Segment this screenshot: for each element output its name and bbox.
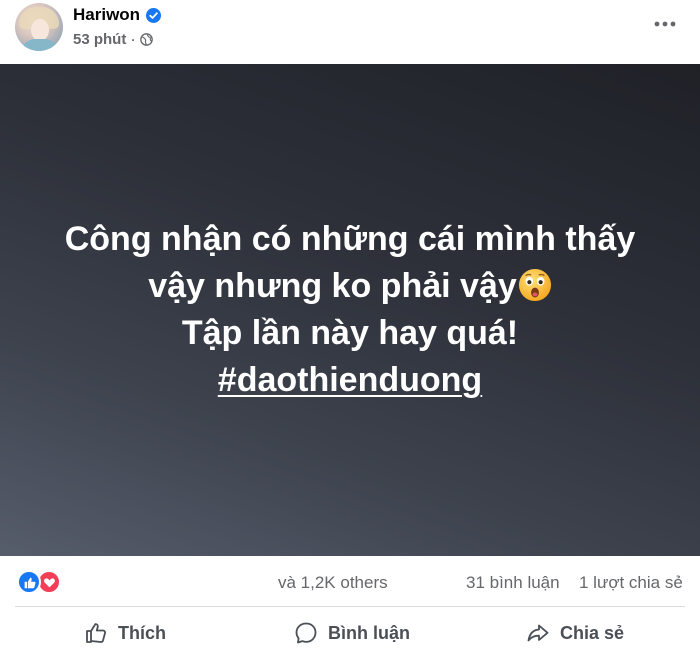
astonished-face-emoji-icon <box>518 268 551 302</box>
thumbs-up-icon <box>86 623 106 643</box>
comment-button[interactable]: Bình luận <box>294 615 410 651</box>
post-meta: 53 phút · <box>73 31 154 48</box>
post-timestamp[interactable]: 53 phút <box>73 31 126 48</box>
post-line-3: Tập lần này hay quá! <box>181 314 519 352</box>
more-options-icon <box>654 21 676 27</box>
author-name[interactable]: Hariwon <box>73 5 140 25</box>
post-text: Công nhận có những cái mình thấy vậy như… <box>65 216 636 404</box>
more-options-button[interactable] <box>648 12 682 36</box>
meta-separator: · <box>131 32 136 47</box>
reaction-others-count[interactable]: và 1,2K others <box>278 573 388 593</box>
comment-bubble-icon <box>295 622 317 644</box>
post-header: Hariwon 53 phút · <box>0 0 700 64</box>
verified-badge-icon <box>146 7 162 23</box>
hashtag-link[interactable]: #daothienduong <box>218 361 482 399</box>
post-line-1: Công nhận có những cái mình thấy <box>64 220 636 258</box>
comment-button-label: Bình luận <box>328 622 410 643</box>
author-avatar[interactable] <box>15 3 63 51</box>
like-reaction-icon <box>17 570 41 594</box>
like-button-label: Thích <box>118 622 166 643</box>
globe-icon <box>140 33 154 46</box>
share-arrow-icon <box>527 624 549 642</box>
post-actions: Thích Bình luận Chia sẻ <box>0 607 700 659</box>
post-line-4: #daothienduong <box>65 357 636 404</box>
author-name-row: Hariwon <box>73 5 162 25</box>
comment-count[interactable]: 31 bình luận <box>466 573 560 593</box>
post-text-background: Công nhận có những cái mình thấy vậy như… <box>0 64 700 556</box>
share-button-label: Chia sẻ <box>560 622 625 643</box>
like-button[interactable]: Thích <box>84 615 166 651</box>
share-count[interactable]: 1 lượt chia sẻ <box>579 573 683 593</box>
engagement-stats: và 1,2K others 31 bình luận 1 lượt chia … <box>0 566 700 598</box>
post-line-2-text: vậy nhưng ko phải vậy <box>148 267 517 305</box>
reaction-summary[interactable] <box>17 570 63 594</box>
share-button[interactable]: Chia sẻ <box>526 615 624 651</box>
post-line-2: vậy nhưng ko phải vậy <box>65 263 636 310</box>
